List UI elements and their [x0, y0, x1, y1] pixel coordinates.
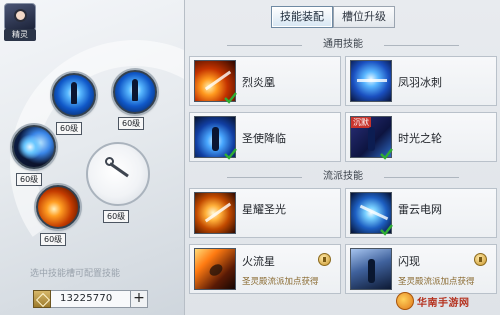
flash-icon — [350, 248, 392, 290]
equipped-check-icon — [380, 224, 393, 236]
skill-name: 烈炎凰 — [242, 76, 275, 89]
equipped-slot-4[interactable] — [36, 185, 80, 229]
currency-value: 13225770 — [60, 293, 113, 304]
clock-hand-icon — [109, 162, 129, 178]
skill-card-shengshijianglin[interactable]: 圣使降临 — [189, 112, 341, 162]
slot-4-level: 60级 — [40, 233, 67, 246]
coin-icon — [33, 290, 51, 308]
skill-card-lieyanhuang[interactable]: 烈炎凰 — [189, 56, 341, 106]
skill-card-shanxian[interactable]: 闪现 圣灵殿流派加点获得 — [345, 244, 497, 294]
holy-figure-icon — [132, 79, 138, 102]
tab-slot-upgrade[interactable]: 槽位升级 — [333, 6, 395, 28]
skill-card-fengyubingci[interactable]: 凤羽冰刺 — [345, 56, 497, 106]
skill-card-xingyaoshengguang[interactable]: 星耀圣光 — [189, 188, 341, 238]
skill-card-leiyundianwang[interactable]: 雷云电网 — [345, 188, 497, 238]
skill-name: 闪现 — [398, 255, 420, 268]
equipped-slot-3[interactable] — [12, 125, 56, 169]
skill-list-panel: 技能装配 槽位升级 通用技能 烈炎凰 凤羽冰刺 圣使降临 沉默 时光之轮 流派技… — [184, 0, 500, 315]
site-watermark: 华南手游网 — [396, 292, 470, 310]
skill-name: 火流星 — [242, 255, 275, 268]
blue-phoenix-icon — [350, 60, 392, 102]
holy-figure-icon — [71, 82, 77, 105]
section-title-school: 流派技能 — [185, 170, 500, 184]
slot-1-level: 60级 — [56, 122, 83, 135]
equipped-slot-1[interactable] — [52, 73, 96, 117]
equipped-skills-panel: 精灵 60级 60级 60级 60级 60级 选中技能槽可配置技能 132257… — [0, 0, 185, 315]
skill-config-screen: 精灵 60级 60级 60级 60级 60级 选中技能槽可配置技能 132257… — [0, 0, 500, 315]
skill-name: 凤羽冰刺 — [398, 76, 442, 89]
section-title-common: 通用技能 — [185, 38, 500, 52]
fire-meteor-icon — [194, 248, 236, 290]
slot-3-level: 60级 — [16, 173, 43, 186]
config-hint: 选中技能槽可配置技能 — [30, 269, 121, 279]
watermark-logo-icon — [396, 292, 414, 310]
equipped-slot-2[interactable] — [113, 70, 157, 114]
skill-name: 雷云电网 — [398, 203, 442, 216]
add-currency-button[interactable]: + — [130, 290, 148, 308]
currency-bar: 13225770 + — [33, 290, 148, 308]
unlock-requirement: 圣灵殿流派加点获得 — [398, 277, 475, 287]
lock-icon — [474, 253, 487, 266]
silence-badge: 沉默 — [351, 117, 371, 128]
lock-icon — [318, 253, 331, 266]
equipped-check-icon — [224, 148, 237, 160]
skill-name: 星耀圣光 — [242, 203, 286, 216]
avatar-face-icon — [14, 9, 27, 22]
slot-5-level: 60级 — [103, 210, 130, 223]
watermark-text: 华南手游网 — [417, 297, 470, 309]
tab-skill-assemble[interactable]: 技能装配 — [271, 6, 333, 28]
equipped-slot-5-empty[interactable] — [86, 142, 150, 206]
skill-card-huoliuxing[interactable]: 火流星 圣灵殿流派加点获得 — [189, 244, 341, 294]
star-light-icon — [194, 192, 236, 234]
equipped-check-icon — [380, 148, 393, 160]
avatar-label: 精灵 — [4, 29, 36, 41]
spirit-avatar[interactable] — [4, 3, 36, 31]
skill-name: 时光之轮 — [398, 132, 442, 145]
skill-card-shiguangzhilun[interactable]: 沉默 时光之轮 — [345, 112, 497, 162]
slot-2-level: 60级 — [118, 117, 145, 130]
tab-bar: 技能装配 槽位升级 — [271, 6, 395, 28]
unlock-requirement: 圣灵殿流派加点获得 — [242, 277, 319, 287]
skill-name: 圣使降临 — [242, 132, 286, 145]
equipped-check-icon — [224, 92, 237, 104]
